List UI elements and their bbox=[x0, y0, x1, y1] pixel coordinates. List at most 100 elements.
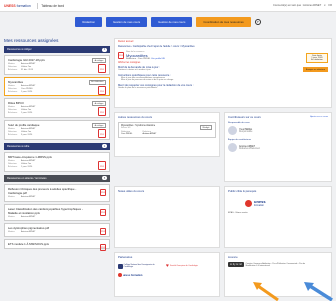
pdf-icon[interactable]: PDF bbox=[98, 129, 106, 139]
partner-logo: ♥ Société Française de Cardiologie bbox=[166, 263, 198, 269]
pdf-icon[interactable]: PDF bbox=[100, 244, 106, 252]
count-badge: 1 bbox=[102, 144, 107, 149]
cc-license-badge[interactable]: cc by nc nd bbox=[228, 262, 244, 267]
other-resource-card[interactable]: Myocardites : Syndrome Akamine Fichier 3… bbox=[118, 122, 216, 138]
resource-card[interactable]: Cardiologie IHU 2017-18.pptx À rédiger M… bbox=[4, 55, 110, 75]
panel-title: Notes utiles du cours bbox=[118, 189, 145, 193]
resource-title: Réflexion Cliniques des preneurs à adult… bbox=[8, 186, 77, 195]
section-title: Ressources à relire bbox=[7, 144, 30, 148]
panel-title: Contributeurs sur ce cours bbox=[228, 115, 261, 119]
add-contributor-link[interactable]: Ajouter sur ce cours bbox=[310, 116, 331, 118]
assigned-resources: Mes ressources assignées Ressources à ré… bbox=[4, 38, 110, 252]
pdf-icon[interactable]: PDF bbox=[100, 188, 106, 196]
section-title: Ressources en attente / terminées bbox=[7, 176, 47, 180]
resource-card[interactable]: ETS module 1 À MSFSOUS.pptx PDF bbox=[4, 239, 110, 252]
resource-title: MRTmaxe-cinquième 1-MRSS.pptx bbox=[8, 154, 52, 159]
lang-switch[interactable]: FR bbox=[329, 4, 332, 7]
panel-title: Autres ressources du cours bbox=[118, 115, 153, 119]
pdf-icon[interactable]: PDF bbox=[98, 107, 106, 117]
avatar bbox=[228, 126, 237, 135]
resource-card[interactable]: MRTmaxe-cinquième 1-MRSS.pptx Matrice Ant… bbox=[4, 151, 110, 172]
status-badge: Rédigé bbox=[200, 125, 212, 130]
audience-panel: Public cible & pérequis uness formation E… bbox=[224, 186, 332, 248]
avatar bbox=[228, 143, 237, 152]
resource-meta: Matrice Antoine ARNET Relecteur Valérie To… bbox=[8, 106, 36, 115]
panel-title: Public cible & pérequis bbox=[228, 189, 257, 193]
menu-coordination[interactable]: Coordination de mes ressources bbox=[196, 17, 251, 27]
resource-meta: Matrice Antoine ARNET bbox=[8, 231, 36, 234]
partner-logo: uness formation bbox=[118, 273, 162, 277]
pdf-icon[interactable]: PDF bbox=[100, 228, 106, 236]
annotation-arrow-blue bbox=[304, 282, 333, 301]
user-label: Connecté(e) en tant que : Antoine ARNET bbox=[273, 4, 322, 7]
resource-card[interactable]: Laser Classification des cardiomyopathie… bbox=[4, 203, 110, 222]
resource-card[interactable]: Réflexion Cliniques des preneurs à adult… bbox=[4, 183, 110, 202]
resource-meta: Matrice Antoine ARNET bbox=[8, 195, 36, 198]
resource-meta: Matrice Antoine ARNET Relecteur Valérie To… bbox=[8, 128, 36, 136]
page-title: Tableau de bord bbox=[41, 3, 65, 8]
resource-meta: Matrice Antoine ARNET Relecteur Valérie To… bbox=[8, 63, 36, 71]
resource-card-selected[interactable]: Myocardites En rédaction Matrice Antoine … bbox=[4, 76, 110, 97]
status-badge: En rédaction bbox=[88, 79, 106, 85]
uness-logo: uness formation bbox=[225, 195, 331, 211]
pdf-icon[interactable]: PDF bbox=[98, 64, 106, 73]
assigned-heading: Mes ressources assignées bbox=[4, 38, 59, 43]
status-badge: À rédiger bbox=[92, 101, 106, 107]
partner-logo: Collège National des Enseignants de Card… bbox=[118, 263, 162, 269]
deadline-box: Date limite 1 janv. 2020 En rédaction bbox=[306, 53, 328, 63]
resource-meta: Matrice Antoine ARNET Relecteur Yves PEDEL… bbox=[8, 84, 36, 93]
resource-title: Les dystrophies pigmentaires.pdf bbox=[8, 226, 50, 231]
instruction-block: Merci de respecter ces consignes pour la… bbox=[118, 83, 194, 89]
instruction-block: Motif de la demande de mise à jour : Con… bbox=[118, 65, 160, 71]
contributor-row[interactable]: Yves PEDEL Responsable bbox=[225, 125, 331, 136]
contributors-panel: Contributeurs sur ce cours Ajouter sur c… bbox=[224, 112, 332, 182]
section-to-review[interactable]: Ressources à relire 1 bbox=[4, 142, 110, 150]
status-badge: À rédiger bbox=[92, 58, 106, 63]
menu-gestion-cours-2[interactable]: Gestion de mes cours bbox=[151, 17, 193, 27]
section-waiting[interactable]: Ressources en attente / terminées 5 bbox=[4, 174, 110, 182]
section-title: Ressources à rédiger bbox=[7, 48, 32, 51]
uness-logo-icon bbox=[118, 273, 122, 277]
count-badge: 5 bbox=[102, 176, 107, 181]
author-link[interactable]: Voir profile/UE bbox=[151, 58, 165, 60]
user-area[interactable]: Connecté(e) en tant que : Antoine ARNET … bbox=[273, 4, 332, 7]
resource-card[interactable]: Rôles BPCO À rédiger Matrice Antoine ARNE… bbox=[4, 98, 110, 119]
pdf-icon[interactable]: PDF bbox=[98, 85, 106, 95]
audience-line: EPAS : 8ème année bbox=[228, 212, 248, 214]
resource-title: Laser Classification des cardiomyopathie… bbox=[8, 206, 83, 215]
section-to-write[interactable]: Ressources à rédiger 4 bbox=[4, 46, 110, 53]
other-resources-panel: Autres ressources du cours Myocardites :… bbox=[114, 112, 220, 157]
help-icon[interactable]: ? bbox=[254, 19, 261, 25]
instruction-block: Instructions spécifiques pour cette ress… bbox=[118, 73, 174, 81]
divider bbox=[36, 2, 38, 9]
menu-redaction[interactable]: Rédaction bbox=[75, 17, 102, 27]
pdf-icon[interactable]: PDF bbox=[100, 208, 106, 216]
author-line: Rédacteur : Yves PEDEL Voir profile/UE bbox=[126, 58, 165, 60]
app-logo[interactable]: UNESS formation bbox=[4, 4, 31, 8]
annotation-arrow-orange bbox=[253, 282, 279, 301]
send-review-button[interactable]: Envoyer en relecture bbox=[302, 67, 328, 72]
notes-panel: Notes utiles du cours bbox=[114, 186, 220, 248]
heart-icon: ♥ bbox=[166, 263, 169, 269]
pdf-icon[interactable]: PDF bbox=[98, 160, 106, 170]
resource-meta: Matrice Antoine ARNET Relecteur Valérie To… bbox=[8, 159, 36, 168]
resource-name-block: Nom de la ressource Myocardites Rédacteu… bbox=[126, 51, 165, 60]
contributor-row[interactable]: Antoine ARNET Rédacteur/Relecteur bbox=[225, 142, 331, 153]
resource-detail: Retour accueil Ressources › Cardiopathie… bbox=[114, 38, 332, 108]
uness-logo-icon bbox=[245, 199, 252, 207]
resource-meta: Matrice Antoine ARNET bbox=[8, 215, 36, 218]
top-bar: UNESS formation Tableau de bord Connecté… bbox=[0, 0, 336, 12]
resource-header: PDF Nom de la ressource Myocardites Réda… bbox=[115, 49, 331, 62]
count-badge: 4 bbox=[102, 47, 107, 52]
license-text: Creative Commons Attribution - Pas d'Uti… bbox=[245, 262, 306, 267]
chevron-down-icon[interactable]: ▾ bbox=[324, 4, 325, 7]
status-badge: À rédiger bbox=[92, 123, 106, 129]
main-menu: Rédaction Gestion de mes cours Gestion d… bbox=[0, 14, 336, 30]
resource-card[interactable]: Suivi du profile cardiaque À rédiger Mat… bbox=[4, 120, 110, 140]
resource-title: ETS module 1 À MSFSOUS.pptx bbox=[8, 242, 50, 247]
pdf-icon: PDF bbox=[118, 52, 124, 59]
resource-card[interactable]: Les dystrophies pigmentaires.pdf Matrice… bbox=[4, 223, 110, 238]
panel-title: Licence bbox=[228, 255, 238, 259]
panel-title: Partenaires bbox=[118, 255, 133, 259]
menu-gestion-cours[interactable]: Gestion de mes cours bbox=[105, 17, 148, 27]
